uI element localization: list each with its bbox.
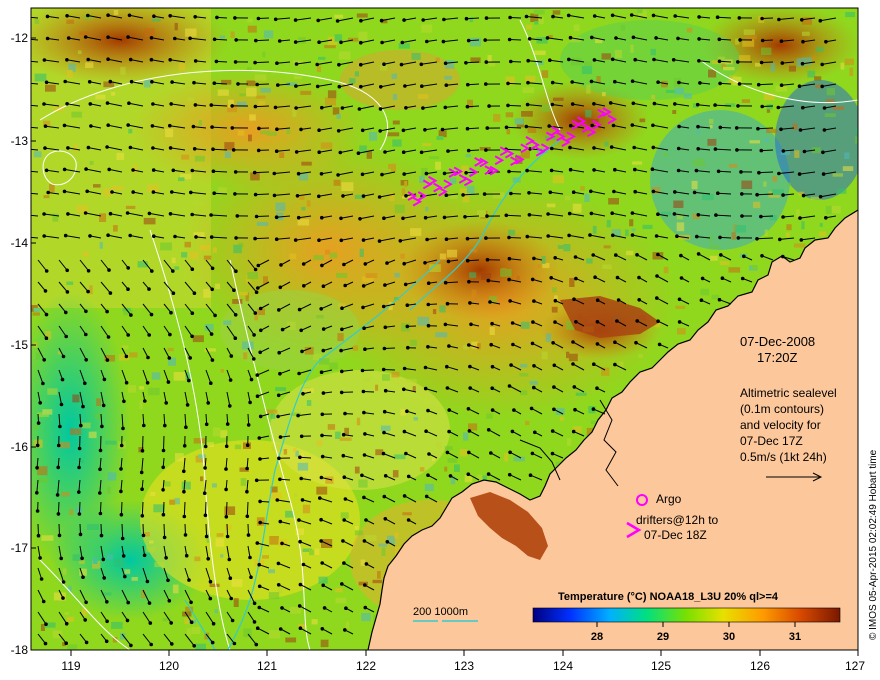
colorbar (532, 607, 841, 623)
colorbar-tick-label: 28 (591, 631, 603, 643)
lat-label: -16 (11, 440, 29, 454)
lat-label: -14 (11, 236, 29, 250)
bathymetry-label: 200 1000m (413, 606, 468, 618)
colorbar-title: Temperature (°C) NOAA18_L3U 20% ql>=4 (558, 591, 779, 603)
drifters-label: drifters@12h to (636, 513, 719, 527)
altimetry-line: (0.1m contours) (740, 402, 824, 416)
colorbar-tick-label: 31 (789, 631, 801, 643)
credit-text: © IMOS 05-Apr-2015 02:02:49 Hobart time (868, 449, 879, 640)
lat-label: -17 (11, 541, 29, 555)
lat-label: -12 (11, 31, 29, 45)
lon-label: 124 (553, 659, 573, 673)
colorbar-tick-label: 29 (657, 631, 669, 643)
altimetry-line: and velocity for (740, 418, 821, 432)
lat-label: -18 (11, 643, 29, 657)
lat-label: -13 (11, 134, 29, 148)
lon-label: 120 (159, 659, 179, 673)
date-label: 07-Dec-2008 (740, 334, 815, 349)
lon-label: 127 (845, 659, 865, 673)
altimetry-line: 07-Dec 17Z (740, 434, 803, 448)
lon-label: 122 (356, 659, 376, 673)
lon-label: 125 (651, 659, 671, 673)
lon-label: 119 (61, 659, 80, 673)
altimetry-line: Altimetric sealevel (740, 386, 837, 400)
altimetry-line: 0.5m/s (1kt 24h) (740, 450, 827, 464)
lon-label: 123 (454, 659, 474, 673)
argo-label: Argo (656, 492, 682, 506)
colorbar-tick-label: 30 (723, 631, 735, 643)
sst-map: -12 -13 -14 -15 -16 -17 -18 119 120 121 … (11, 7, 879, 673)
lat-label: -15 (11, 338, 29, 352)
time-label: 17:20Z (757, 350, 798, 365)
drifters-label: 07-Dec 18Z (644, 528, 707, 542)
lon-label: 126 (750, 659, 770, 673)
lon-label: 121 (257, 659, 277, 673)
